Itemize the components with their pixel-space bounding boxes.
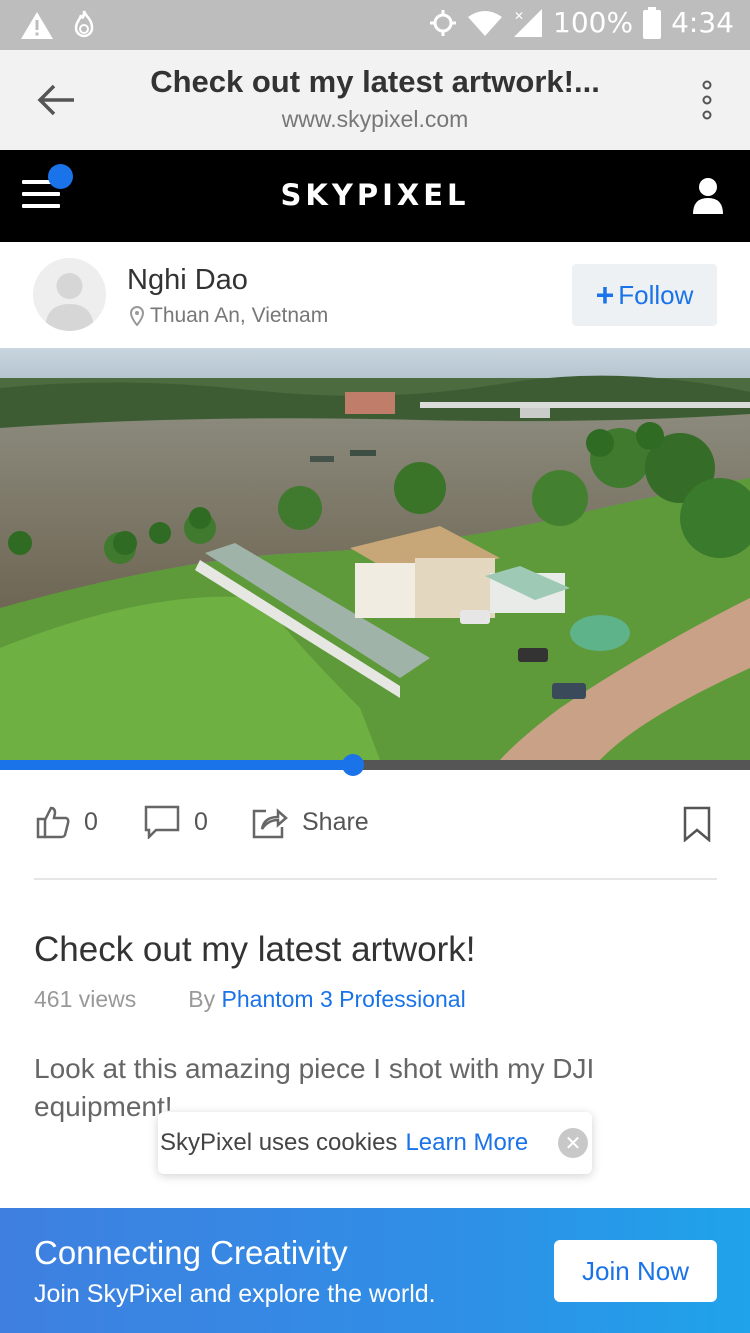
location-text: Thuan An, Vietnam: [150, 304, 329, 327]
signal-icon: ✕: [514, 8, 543, 37]
device-info: By Phantom 3 Professional: [188, 986, 465, 1013]
close-icon[interactable]: ✕: [558, 1128, 588, 1158]
share-button[interactable]: Share: [252, 805, 369, 839]
plus-icon: +: [595, 277, 615, 313]
browser-toolbar: Check out my latest artwork!... www.skyp…: [0, 50, 750, 150]
bookmark-icon[interactable]: [682, 806, 712, 842]
cookie-notice: SkyPixel uses cookies Learn More ✕: [158, 1112, 592, 1174]
post-meta: 461 views By Phantom 3 Professional: [34, 986, 466, 1013]
site-header: SKYPIXEL: [0, 150, 750, 242]
location-pin-icon: [130, 306, 144, 326]
comment-icon: [144, 805, 180, 839]
author-row: Nghi Dao Thuan An, Vietnam + Follow: [0, 242, 750, 348]
banner-subtitle: Join SkyPixel and explore the world.: [34, 1280, 436, 1308]
comment-count: 0: [194, 807, 208, 836]
site-logo[interactable]: SKYPIXEL: [0, 178, 750, 212]
share-icon: [252, 808, 288, 839]
follow-button[interactable]: + Follow: [572, 264, 717, 326]
aerial-river-photo: [0, 348, 750, 760]
user-icon[interactable]: [692, 176, 724, 216]
like-count: 0: [84, 807, 98, 836]
browser-url[interactable]: www.skypixel.com: [110, 106, 640, 133]
join-now-button[interactable]: Join Now: [554, 1240, 717, 1302]
comment-button[interactable]: 0: [144, 805, 208, 839]
default-avatar-icon: [45, 273, 94, 331]
like-button[interactable]: 0: [36, 805, 98, 839]
follow-label: Follow: [618, 279, 694, 310]
svg-text:✕: ✕: [514, 9, 524, 23]
avatar[interactable]: [33, 258, 106, 331]
wifi-icon: [468, 10, 503, 36]
share-label: Share: [302, 807, 369, 836]
battery-icon: [643, 6, 662, 39]
view-count: 461 views: [34, 986, 137, 1012]
warning-icon: [21, 12, 53, 39]
post-actions: 0 0 Share: [0, 790, 750, 860]
video-progress-fill: [0, 760, 353, 770]
thumbs-up-icon: [36, 806, 70, 839]
flame-icon: [74, 10, 94, 38]
post-image[interactable]: [0, 348, 750, 760]
browser-page-title: Check out my latest artwork!...: [150, 64, 600, 99]
author-name[interactable]: Nghi Dao: [127, 264, 248, 297]
signup-banner: Connecting Creativity Join SkyPixel and …: [0, 1208, 750, 1333]
by-label: By: [188, 986, 216, 1012]
learn-more-link[interactable]: Learn More: [405, 1129, 528, 1157]
battery-percent: 100%: [553, 6, 634, 39]
divider: [34, 878, 717, 880]
more-options-icon[interactable]: [700, 80, 714, 120]
post-title: Check out my latest artwork!: [34, 930, 476, 969]
video-progress-handle[interactable]: [341, 754, 364, 776]
banner-title: Connecting Creativity: [34, 1234, 348, 1271]
status-bar: ✕ 100% 4:34: [0, 0, 750, 50]
device-link[interactable]: Phantom 3 Professional: [222, 986, 466, 1012]
gps-icon: [430, 9, 457, 36]
cookie-text: SkyPixel uses cookies: [160, 1129, 398, 1156]
author-location: Thuan An, Vietnam: [130, 304, 328, 328]
back-arrow-icon[interactable]: [30, 78, 80, 122]
clock: 4:34: [671, 6, 734, 39]
video-progress-bar[interactable]: [0, 754, 750, 776]
